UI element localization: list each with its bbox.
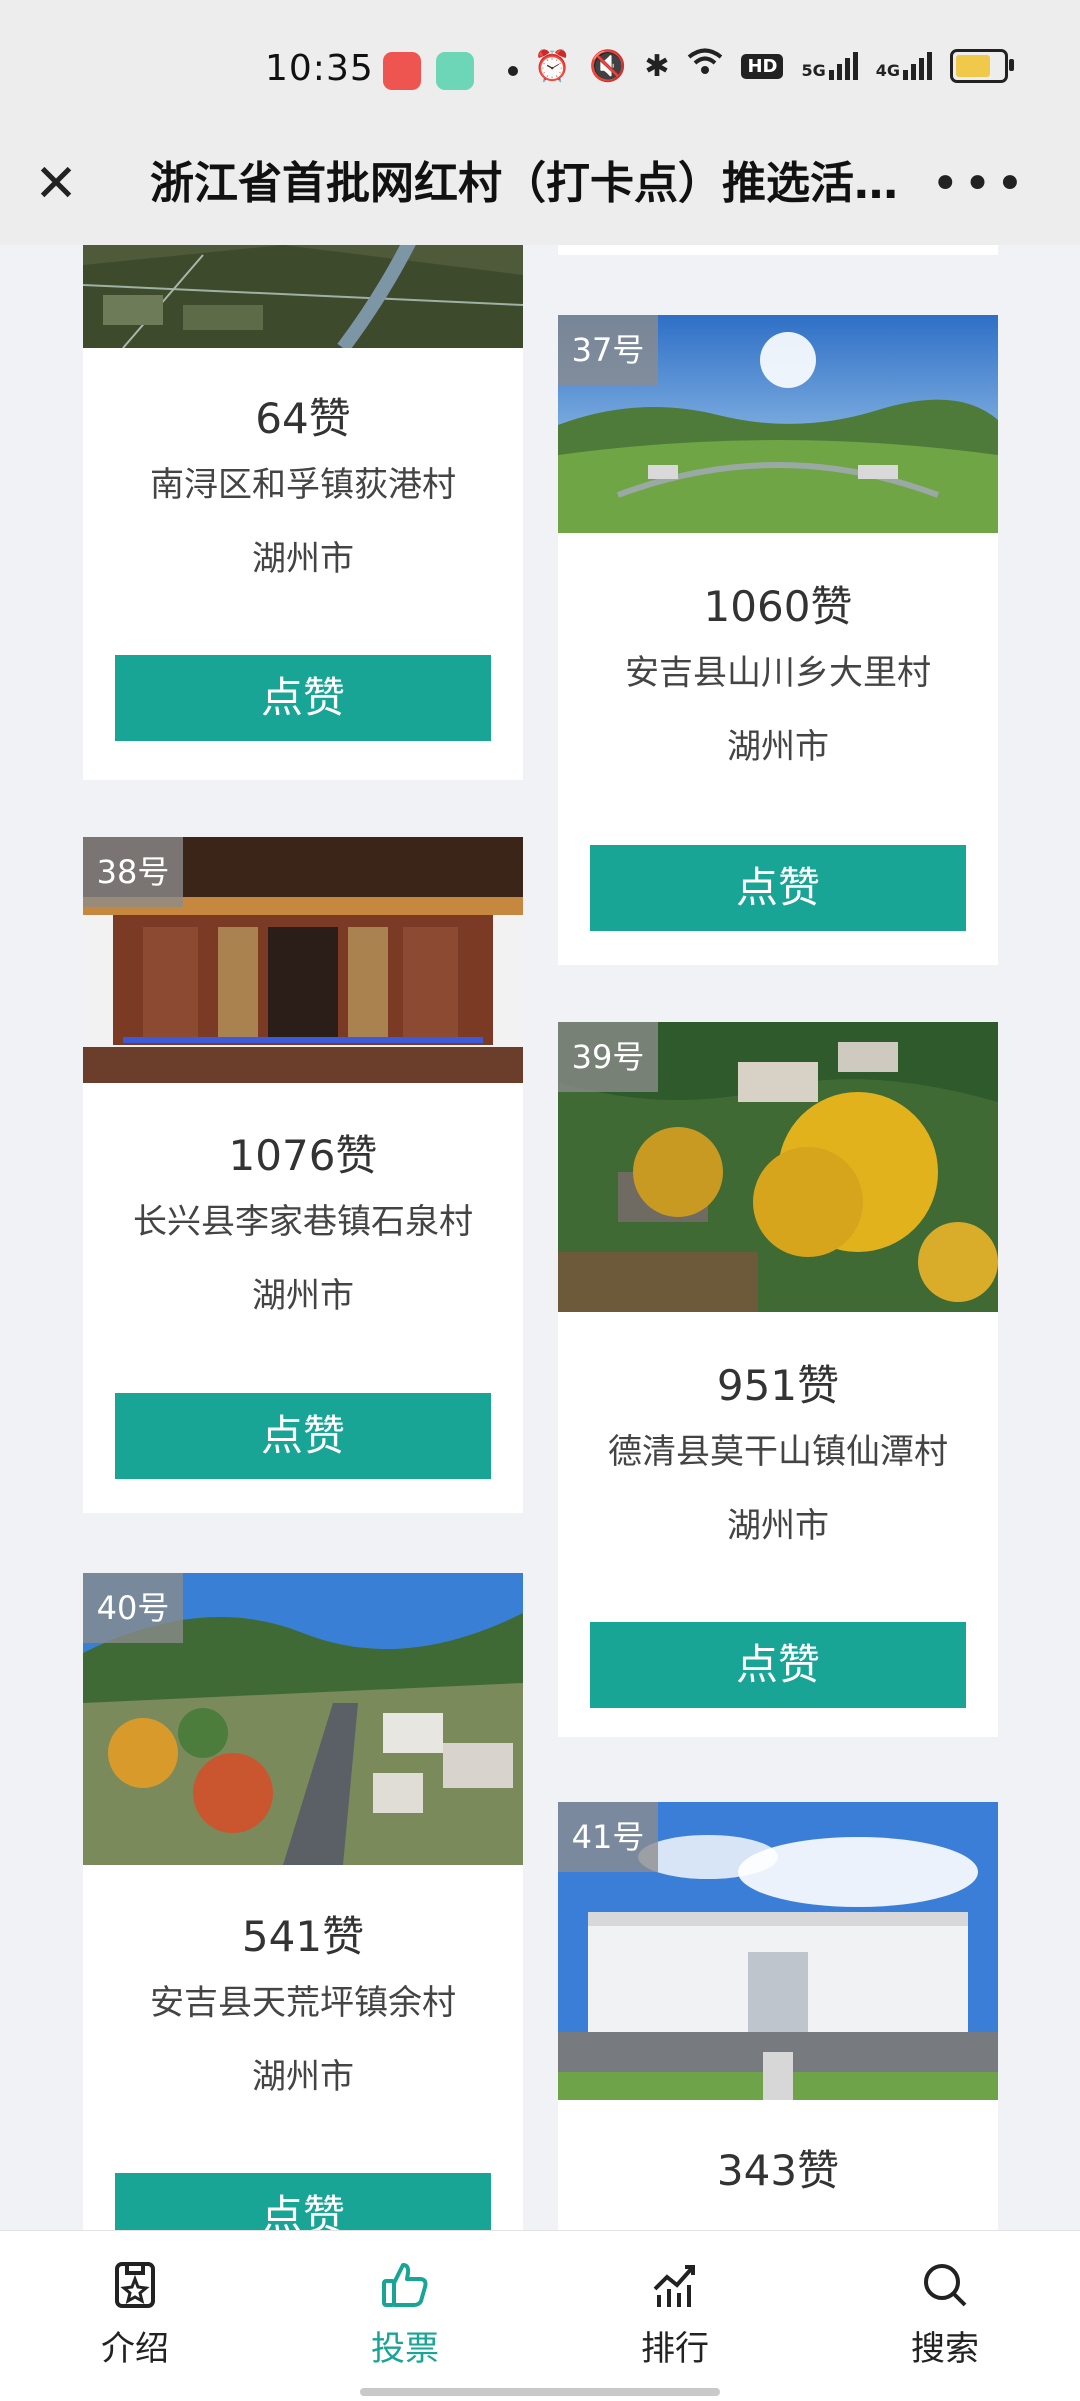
village-photo[interactable]: 40号 [83, 1573, 523, 1865]
like-button[interactable]: 点赞 [115, 1393, 491, 1479]
tab-label: 介绍 [101, 2329, 169, 2369]
village-photo[interactable]: 41号 [558, 1802, 998, 2100]
village-city: 湖州市 [252, 539, 354, 579]
bluetooth-icon: ✱ [644, 48, 670, 84]
signal-5g-icon: 5G [801, 52, 858, 80]
village-name: 南浔区和孚镇荻港村 [150, 465, 456, 505]
status-time: 10:35 [265, 48, 374, 89]
mute-icon: 🔇 [588, 48, 627, 84]
tab-label: 排行 [641, 2329, 709, 2369]
entry-number-badge: 39号 [558, 1022, 658, 1092]
title-bar: ✕ 浙江省首批网红村（打卡点）推选活… ••• [0, 140, 1080, 245]
likes-count: 343赞 [716, 2146, 840, 2195]
village-card: 41号 343赞 [558, 1802, 998, 2230]
village-card: 39号 951赞 德清县莫干山镇仙潭村 湖州市 点赞 [558, 1022, 998, 1737]
village-name: 德清县莫干山镇仙潭村 [608, 1432, 948, 1472]
village-card: 38号 1076赞 长兴县李家巷镇石泉村 湖州市 点赞 [83, 837, 523, 1513]
status-bar: 10:35 ⏰ 🔇 ✱ HD 5G 4G [0, 0, 1080, 140]
village-photo[interactable]: 37号 [558, 315, 998, 533]
home-indicator[interactable] [360, 2388, 720, 2396]
notification-app-icon-2 [436, 52, 474, 90]
notification-app-icon [383, 52, 421, 90]
like-button[interactable]: 点赞 [590, 845, 966, 931]
entry-number-badge: 40号 [83, 1573, 183, 1643]
tab-ranking[interactable]: 排行 [595, 2259, 755, 2370]
tab-label: 搜索 [911, 2329, 979, 2369]
likes-count: 541赞 [241, 1912, 365, 1961]
partial-card [558, 245, 998, 255]
likes-count: 64赞 [255, 394, 351, 443]
vote-list[interactable]: 64赞 南浔区和孚镇荻港村 湖州市 点赞 37号 1060赞 安吉县山川乡大里村… [0, 245, 1080, 2230]
village-name: 安吉县山川乡大里村 [625, 653, 931, 693]
close-icon[interactable]: ✕ [30, 158, 82, 210]
village-name: 长兴县李家巷镇石泉村 [133, 1202, 473, 1242]
entry-number-badge: 41号 [558, 1802, 658, 1872]
like-button[interactable]: 点赞 [115, 655, 491, 741]
tab-search[interactable]: 搜索 [865, 2259, 1025, 2370]
more-icon[interactable]: ••• [931, 152, 1028, 216]
like-button[interactable]: 点赞 [115, 2173, 491, 2230]
village-city: 湖州市 [727, 727, 829, 767]
battery-icon [950, 49, 1014, 83]
village-city: 湖州市 [727, 1506, 829, 1546]
entry-number-badge: 38号 [83, 837, 183, 907]
entry-number-badge: 37号 [558, 315, 658, 385]
more-notifications-dot-icon [508, 66, 518, 76]
village-city: 湖州市 [252, 2057, 354, 2097]
village-photo[interactable]: 39号 [558, 1022, 998, 1312]
thumbs-up-icon [325, 2259, 485, 2311]
village-photo[interactable] [83, 245, 523, 348]
tab-label: 投票 [371, 2329, 439, 2369]
intro-icon [55, 2259, 215, 2311]
village-name: 安吉县天荒坪镇余村 [150, 1983, 456, 2023]
likes-count: 1060赞 [703, 582, 853, 631]
bottom-tab-bar: 介绍 投票 排行 搜索 [0, 2230, 1080, 2401]
search-icon [865, 2259, 1025, 2311]
status-icons: ⏰ 🔇 ✱ HD 5G 4G [533, 48, 1014, 84]
village-photo[interactable]: 38号 [83, 837, 523, 1083]
signal-4g-icon: 4G [876, 52, 932, 80]
likes-count: 1076赞 [228, 1131, 378, 1180]
page-title: 浙江省首批网红村（打卡点）推选活… [150, 158, 898, 209]
village-card: 37号 1060赞 安吉县山川乡大里村 湖州市 点赞 [558, 315, 998, 965]
likes-count: 951赞 [716, 1361, 840, 1410]
tab-intro[interactable]: 介绍 [55, 2259, 215, 2370]
like-button[interactable]: 点赞 [590, 1622, 966, 1708]
village-card: 40号 541赞 安吉县天荒坪镇余村 湖州市 点赞 [83, 1573, 523, 2230]
village-card: 64赞 南浔区和孚镇荻港村 湖州市 点赞 [83, 245, 523, 780]
tab-vote[interactable]: 投票 [325, 2259, 485, 2370]
wifi-icon [687, 48, 723, 84]
ranking-icon [595, 2259, 755, 2311]
hd-badge: HD [741, 53, 784, 79]
alarm-icon: ⏰ [533, 48, 571, 84]
village-city: 湖州市 [252, 1276, 354, 1316]
